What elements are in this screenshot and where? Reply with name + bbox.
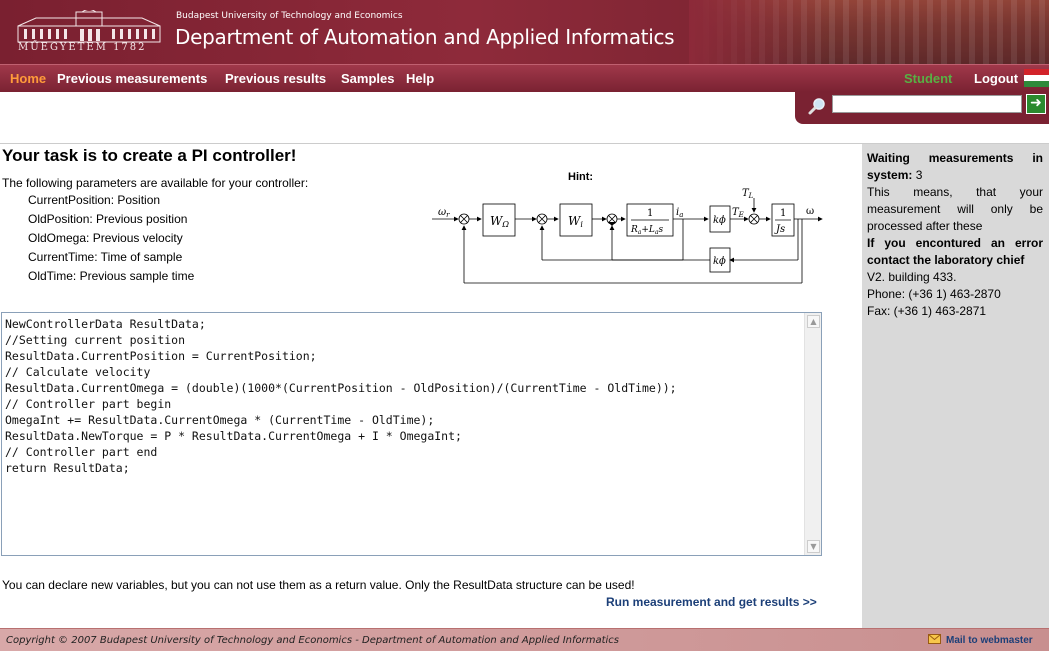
contact-fax: Fax: (+36 1) 463-2871	[867, 304, 987, 318]
code-note: You can declare new variables, but you c…	[2, 578, 635, 592]
nav-previous-measurements[interactable]: Previous measurements	[57, 71, 207, 86]
hint-label: Hint:	[568, 171, 594, 183]
svg-text:Ra+Las: Ra+Las	[630, 225, 663, 236]
feedback-k-phi: kϕ	[713, 256, 726, 267]
waiting-count: 3	[915, 168, 923, 182]
search-input[interactable]	[832, 95, 1022, 113]
page-title: Your task is to create a PI controller!	[2, 146, 297, 165]
scroll-down-icon[interactable]: ▼	[807, 540, 820, 553]
envelope-icon[interactable]	[928, 634, 941, 644]
param-item: OldTime: Previous sample time	[28, 269, 195, 283]
code-scrollbar[interactable]: ▲ ▼	[804, 313, 821, 555]
svg-text:TE: TE	[732, 207, 744, 219]
svg-text:Wi: Wi	[568, 214, 583, 229]
copyright-text: Copyright © 2007 Budapest University of …	[6, 635, 620, 646]
param-item: CurrentPosition: Position	[28, 193, 161, 207]
param-item: CurrentTime: Time of sample	[28, 250, 183, 264]
main-nav: Home Previous measurements Previous resu…	[0, 64, 1049, 92]
output-label: ω	[806, 206, 814, 217]
hungarian-flag-icon[interactable]	[1024, 69, 1049, 87]
footer: Copyright © 2007 Budapest University of …	[0, 628, 1049, 651]
code-editor[interactable]: NewControllerData ResultData; //Setting …	[1, 312, 822, 556]
nav-home[interactable]: Home	[10, 71, 46, 86]
contact-address: V2. building 433.	[867, 270, 957, 284]
param-item: OldOmega: Previous velocity	[28, 231, 183, 245]
search-go-button[interactable]: ➜	[1026, 94, 1046, 114]
nav-samples[interactable]: Samples	[341, 71, 394, 86]
contact-phone: Phone: (+36 1) 463-2870	[867, 287, 1001, 301]
header-banner: MŰEGYETEM 1782 Budapest University of Te…	[0, 0, 1049, 64]
svg-text:ia: ia	[676, 207, 683, 219]
department-name: Department of Automation and Applied Inf…	[175, 25, 675, 49]
side-panel-content: Waiting measurements in system: 3 This m…	[867, 150, 1043, 320]
diagram-input-label: ω	[438, 207, 446, 218]
nav-user-student[interactable]: Student	[904, 71, 952, 86]
block-ra-num: 1	[647, 208, 653, 219]
error-label: If you encontured an error contact the l…	[867, 236, 1043, 267]
block-js-den: Js	[774, 224, 785, 235]
control-block-diagram: ωr WΩ Wi 1 Ra+Las ia kϕ TE TL 1 Js ω kϕ	[432, 188, 823, 284]
svg-text:ωr: ωr	[438, 207, 450, 219]
scroll-up-icon[interactable]: ▲	[807, 315, 820, 328]
param-list: CurrentPosition: Position OldPosition: P…	[28, 192, 194, 287]
svg-text:TL: TL	[742, 188, 754, 200]
arrow-right-icon: ➜	[1030, 95, 1042, 111]
nav-help[interactable]: Help	[406, 71, 434, 86]
param-item: OldPosition: Previous position	[28, 212, 188, 226]
code-text[interactable]: NewControllerData ResultData; //Setting …	[5, 316, 803, 552]
mail-webmaster-link[interactable]: Mail to webmaster	[946, 635, 1033, 646]
svg-text:WΩ: WΩ	[490, 214, 509, 229]
waiting-label: Waiting measurements in system:	[867, 151, 1043, 182]
block-js-num: 1	[780, 208, 786, 219]
nav-logout[interactable]: Logout	[974, 71, 1018, 86]
params-intro: The following parameters are available f…	[2, 176, 309, 190]
logo-text: MŰEGYETEM 1782	[18, 42, 147, 53]
run-measurement-link[interactable]: Run measurement and get results >>	[606, 595, 817, 609]
building-photo	[689, 0, 1049, 64]
waiting-text: This means, that your measurement will o…	[867, 185, 1043, 233]
block-k-phi: kϕ	[713, 215, 726, 226]
university-name: Budapest University of Technology and Ec…	[176, 11, 403, 21]
nav-previous-results[interactable]: Previous results	[225, 71, 326, 86]
magnifier-icon[interactable]	[807, 96, 827, 116]
